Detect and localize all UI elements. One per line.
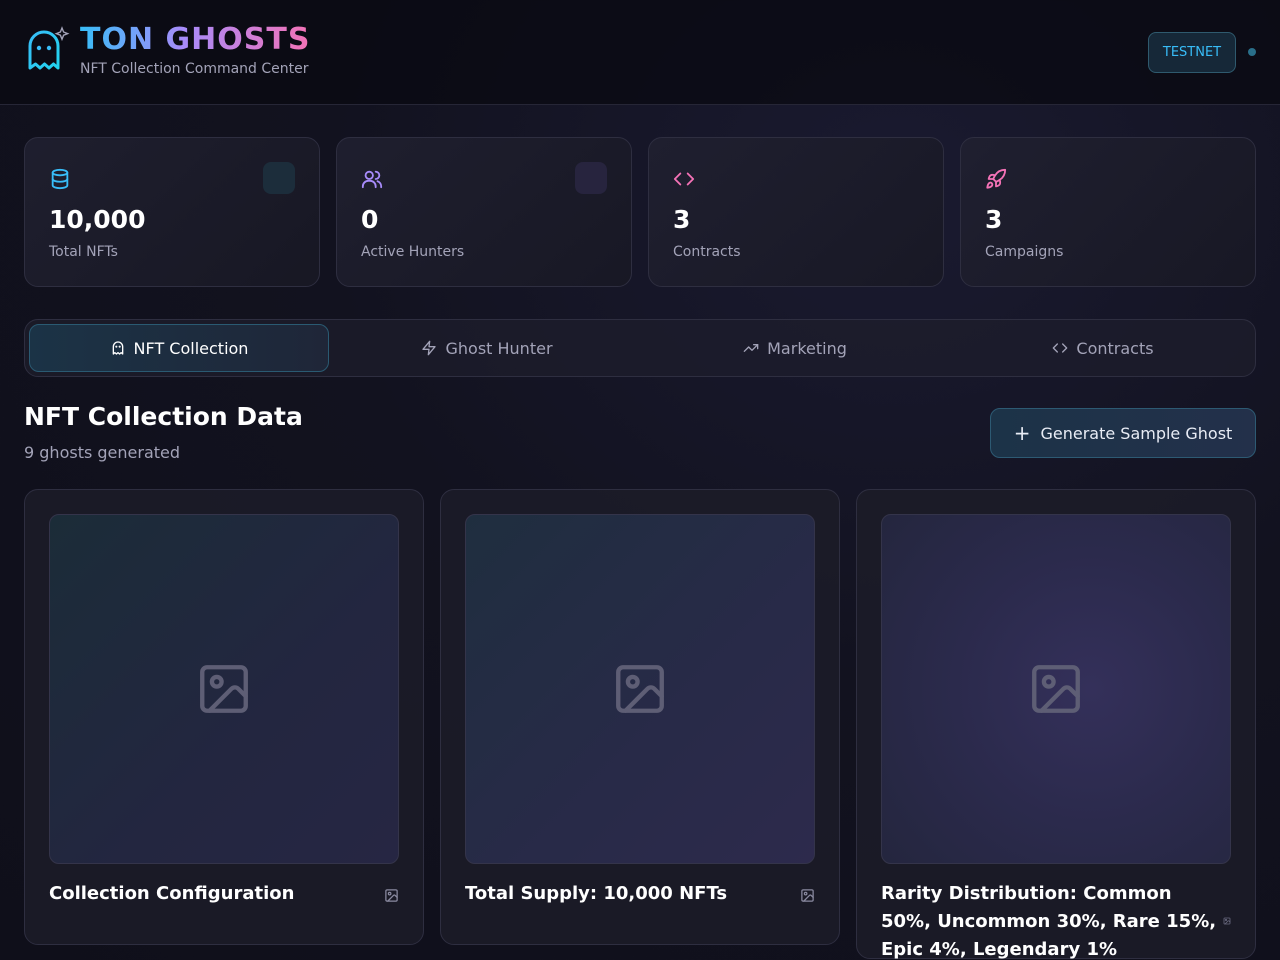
stat-card-active-hunters: 0 Active Hunters xyxy=(336,137,632,287)
stat-card-total-nfts: 10,000 Total NFTs xyxy=(24,137,320,287)
ghost-icon xyxy=(112,341,123,355)
stat-value: 0 xyxy=(361,205,379,234)
section-subtitle: 9 ghosts generated xyxy=(24,443,181,462)
network-badge[interactable]: TESTNET xyxy=(1148,32,1236,73)
code-icon xyxy=(673,172,695,186)
stat-value: 10,000 xyxy=(49,205,146,234)
image-icon xyxy=(616,665,664,713)
ghost-card[interactable]: Rarity Distribution: Common 50%, Uncommo… xyxy=(856,489,1256,960)
stat-label: Active Hunters xyxy=(361,244,465,260)
tab-ghost-hunter[interactable]: Ghost Hunter xyxy=(337,324,637,372)
ghost-image-placeholder xyxy=(881,514,1231,864)
image-icon[interactable] xyxy=(1223,917,1231,925)
trending-up-icon xyxy=(743,344,759,352)
app-header: TON GHOSTS NFT Collection Command Center… xyxy=(0,0,1280,105)
tab-contracts[interactable]: Contracts xyxy=(953,324,1253,372)
button-label: Generate Sample Ghost xyxy=(1040,423,1233,443)
zap-icon xyxy=(422,340,437,356)
ghost-name: Total Supply: 10,000 NFTs xyxy=(465,883,728,904)
ghost-name: Rarity Distribution: Common 50%, Uncommo… xyxy=(881,883,1217,960)
ghost-card[interactable]: Total Supply: 10,000 NFTs xyxy=(440,489,840,945)
app-subtitle: NFT Collection Command Center xyxy=(80,61,309,77)
main-tabs: NFT Collection Ghost Hunter Marketing Co… xyxy=(24,319,1256,377)
app-title: TON GHOSTS xyxy=(80,22,311,57)
stat-card-contracts: 3 Contracts xyxy=(648,137,944,287)
database-icon xyxy=(51,168,69,190)
section-title: NFT Collection Data xyxy=(24,402,303,431)
tab-nft-collection[interactable]: NFT Collection xyxy=(29,324,329,372)
image-icon xyxy=(1032,665,1080,713)
tab-marketing[interactable]: Marketing xyxy=(645,324,945,372)
connection-status-dot xyxy=(1248,48,1256,56)
stat-label: Total NFTs xyxy=(49,244,118,260)
ghost-sparkle-icon xyxy=(28,26,70,70)
image-icon[interactable] xyxy=(384,888,399,903)
ghost-image-placeholder xyxy=(465,514,815,864)
stat-chip xyxy=(263,162,295,194)
tab-label: Marketing xyxy=(767,338,847,358)
users-icon xyxy=(361,170,383,189)
ghost-image-placeholder xyxy=(49,514,399,864)
plus-icon: + xyxy=(1013,421,1031,445)
stat-value: 3 xyxy=(673,205,691,234)
stat-chip xyxy=(575,162,607,194)
tab-label: NFT Collection xyxy=(133,338,249,358)
tab-label: Contracts xyxy=(1076,338,1154,358)
stat-value: 3 xyxy=(985,205,1003,234)
image-icon[interactable] xyxy=(800,888,815,903)
ghost-name: Collection Configuration xyxy=(49,883,295,904)
rocket-icon xyxy=(986,168,1007,189)
stat-label: Contracts xyxy=(673,244,741,260)
image-icon xyxy=(200,665,248,713)
generate-sample-ghost-button[interactable]: + Generate Sample Ghost xyxy=(990,408,1256,458)
ghost-card[interactable]: Collection Configuration xyxy=(24,489,424,945)
code-icon xyxy=(1053,343,1068,353)
stat-label: Campaigns xyxy=(985,244,1064,260)
stat-card-campaigns: 3 Campaigns xyxy=(960,137,1256,287)
tab-label: Ghost Hunter xyxy=(445,338,553,358)
